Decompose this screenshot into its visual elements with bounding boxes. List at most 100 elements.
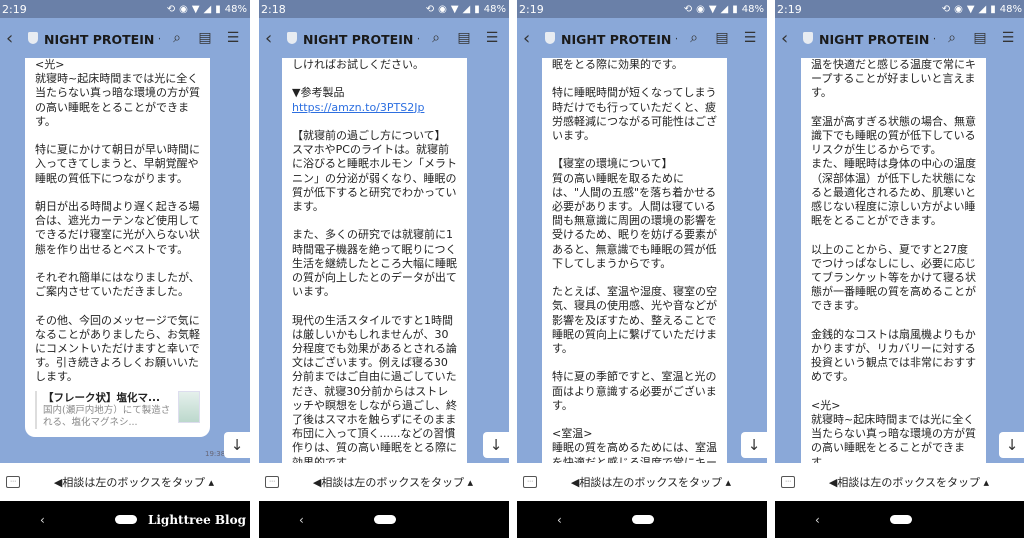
message-bubble: 眠をとる際に効果的です。 特に睡眠時間が短くなってしまう時だけでも行っていただく… (542, 58, 727, 463)
battery-icon: ▮ (990, 3, 996, 15)
signal-icon: ◢ (978, 3, 987, 15)
chat-area[interactable]: <光> 就寝時~起床時間までは光に全く当たらない真っ暗な環境の方が質の高い睡眠を… (0, 58, 250, 463)
nav-back-icon[interactable]: ‹ (40, 513, 45, 527)
android-nav-bar: ‹ Lighttree Blog (0, 501, 250, 538)
status-bar: 2:19 ⟲ ◉ ▼ ◢ ▮ 48% (0, 0, 250, 18)
shield-icon (287, 32, 297, 44)
sync-icon: ⟲ (941, 3, 951, 15)
eye-icon: ◉ (179, 3, 188, 15)
eye-icon: ◉ (438, 3, 447, 15)
message-bubble: しければお試しください。 ▼参考製品 https://amzn.to/3PTS2… (282, 58, 467, 463)
phone-screen-2: 2:19 ⟲ ◉ ▼ ◢ ▮ 48% ‹ NIGHT PROTEIN 公... … (517, 0, 767, 538)
shield-icon (28, 32, 38, 44)
menu-icon[interactable]: ☰ (997, 30, 1019, 46)
battery-level: 48% (483, 3, 506, 15)
signal-icon: ◢ (462, 3, 471, 15)
battery-level: 48% (999, 3, 1022, 15)
rich-menu-bar[interactable]: ⋯ ◀相談は左のボックスをタップ ▴ (259, 463, 509, 501)
arrow-down-icon[interactable]: ↓ (224, 432, 250, 458)
notes-icon[interactable]: ▤ (194, 30, 216, 46)
message-bubble: 温を快適だと感じる温度で常にキープすることが好ましいと言えます。 室温が高すぎる… (801, 58, 986, 463)
message-timestamp: 19:38 (205, 450, 226, 458)
chat-header: ‹ NIGHT PROTEIN 公... ⌕ ▤ ☰ (0, 18, 250, 58)
chat-area[interactable]: しければお試しください。 ▼参考製品 https://amzn.to/3PTS2… (259, 58, 509, 463)
battery-icon: ▮ (215, 3, 221, 15)
chevron-left-icon[interactable]: ‹ (523, 28, 539, 49)
rich-menu-label[interactable]: ◀相談は左のボックスをタップ ▴ (545, 474, 767, 490)
battery-icon: ▮ (474, 3, 480, 15)
phone-screen-1: 2:18 ⟲ ◉ ▼ ◢ ▮ 48% ‹ NIGHT PROTEIN 公... … (259, 0, 509, 538)
wifi-icon: ▼ (191, 3, 200, 15)
blog-watermark: Lighttree Blog (147, 512, 246, 527)
chat-title: NIGHT PROTEIN 公... (561, 31, 677, 47)
chat-title: NIGHT PROTEIN 公... (819, 31, 935, 47)
chat-header: ‹ NIGHT PROTEIN 公... ⌕ ▤ ☰ (517, 18, 767, 58)
link-card-thumbnail (178, 390, 200, 423)
signal-icon: ◢ (203, 3, 212, 15)
chat-area[interactable]: 眠をとる際に効果的です。 特に睡眠時間が短くなってしまう時だけでも行っていただく… (517, 58, 767, 463)
menu-icon[interactable]: ☰ (222, 30, 244, 46)
chat-area[interactable]: 温を快適だと感じる温度で常にキープすることが好ましいと言えます。 室温が高すぎる… (775, 58, 1024, 463)
shield-icon (545, 32, 555, 44)
rich-menu-label[interactable]: ◀相談は左のボックスをタップ ▴ (287, 474, 509, 490)
message-text: <光> 就寝時~起床時間までは光に全く当たらない真っ暗な環境の方が質の高い睡眠を… (35, 58, 200, 384)
nav-home-button[interactable] (890, 515, 912, 524)
search-icon[interactable]: ⌕ (683, 30, 705, 46)
keyboard-icon[interactable]: ⋯ (6, 476, 20, 488)
notes-icon[interactable]: ▤ (969, 30, 991, 46)
chevron-left-icon[interactable]: ‹ (6, 28, 22, 49)
message-text: 温を快適だと感じる温度で常にキープすることが好ましいと言えます。 室温が高すぎる… (811, 58, 976, 463)
battery-level: 48% (741, 3, 764, 15)
rich-menu-bar[interactable]: ⋯ ◀相談は左のボックスをタップ ▴ (517, 463, 767, 501)
search-icon[interactable]: ⌕ (425, 30, 447, 46)
wifi-icon: ▼ (450, 3, 459, 15)
message-text: しければお試しください。 ▼参考製品 (292, 58, 424, 100)
notes-icon[interactable]: ▤ (453, 30, 475, 46)
chat-title: NIGHT PROTEIN 公... (44, 31, 160, 47)
arrow-down-icon[interactable]: ↓ (741, 432, 767, 458)
search-icon[interactable]: ⌕ (166, 30, 188, 46)
status-bar: 2:19 ⟲ ◉ ▼ ◢ ▮ 48% (517, 0, 767, 18)
clock: 2:18 (261, 2, 286, 16)
nav-back-icon[interactable]: ‹ (557, 513, 562, 527)
shield-icon (803, 32, 813, 44)
clock: 2:19 (2, 2, 27, 16)
rich-menu-label[interactable]: ◀相談は左のボックスをタップ ▴ (28, 474, 250, 490)
nav-home-button[interactable] (115, 515, 137, 524)
chevron-left-icon[interactable]: ‹ (781, 28, 797, 49)
chat-title: NIGHT PROTEIN 公... (303, 31, 419, 47)
android-nav-bar: ‹ (517, 501, 767, 538)
arrow-down-icon[interactable]: ↓ (999, 432, 1024, 458)
chevron-left-icon[interactable]: ‹ (265, 28, 281, 49)
arrow-down-icon[interactable]: ↓ (483, 432, 509, 458)
chat-header: ‹ NIGHT PROTEIN 公... ⌕ ▤ ☰ (775, 18, 1024, 58)
eye-icon: ◉ (954, 3, 963, 15)
keyboard-icon[interactable]: ⋯ (781, 476, 795, 488)
menu-icon[interactable]: ☰ (481, 30, 503, 46)
phone-screen-4: 2:19 ⟲ ◉ ▼ ◢ ▮ 48% ‹ NIGHT PROTEIN 公... … (0, 0, 250, 538)
search-icon[interactable]: ⌕ (941, 30, 963, 46)
android-nav-bar: ‹ (259, 501, 509, 538)
product-link[interactable]: https://amzn.to/3PTS2Jp (292, 101, 424, 114)
nav-home-button[interactable] (632, 515, 654, 524)
keyboard-icon[interactable]: ⋯ (523, 476, 537, 488)
sync-icon: ⟲ (166, 3, 176, 15)
link-card-description: 国内(瀬戸内地方）にて製造される、塩化マグネシ... (43, 404, 171, 428)
rich-menu-bar[interactable]: ⋯ ◀相談は左のボックスをタップ ▴ (775, 463, 1024, 501)
link-preview-card[interactable]: 【フレーク状】塩化マ... 国内(瀬戸内地方）にて製造される、塩化マグネシ... (35, 390, 200, 429)
battery-level: 48% (224, 3, 247, 15)
nav-back-icon[interactable]: ‹ (815, 513, 820, 527)
rich-menu-label[interactable]: ◀相談は左のボックスをタップ ▴ (803, 474, 1024, 490)
notes-icon[interactable]: ▤ (711, 30, 733, 46)
nav-back-icon[interactable]: ‹ (299, 513, 304, 527)
android-nav-bar: ‹ (775, 501, 1024, 538)
keyboard-icon[interactable]: ⋯ (265, 476, 279, 488)
menu-icon[interactable]: ☰ (739, 30, 761, 46)
nav-home-button[interactable] (374, 515, 396, 524)
message-bubble: <光> 就寝時~起床時間までは光に全く当たらない真っ暗な環境の方が質の高い睡眠を… (25, 58, 210, 437)
rich-menu-bar[interactable]: ⋯ ◀相談は左のボックスをタップ ▴ (0, 463, 250, 501)
wifi-icon: ▼ (708, 3, 717, 15)
clock: 2:19 (777, 2, 802, 16)
eye-icon: ◉ (696, 3, 705, 15)
status-bar: 2:19 ⟲ ◉ ▼ ◢ ▮ 48% (775, 0, 1024, 18)
